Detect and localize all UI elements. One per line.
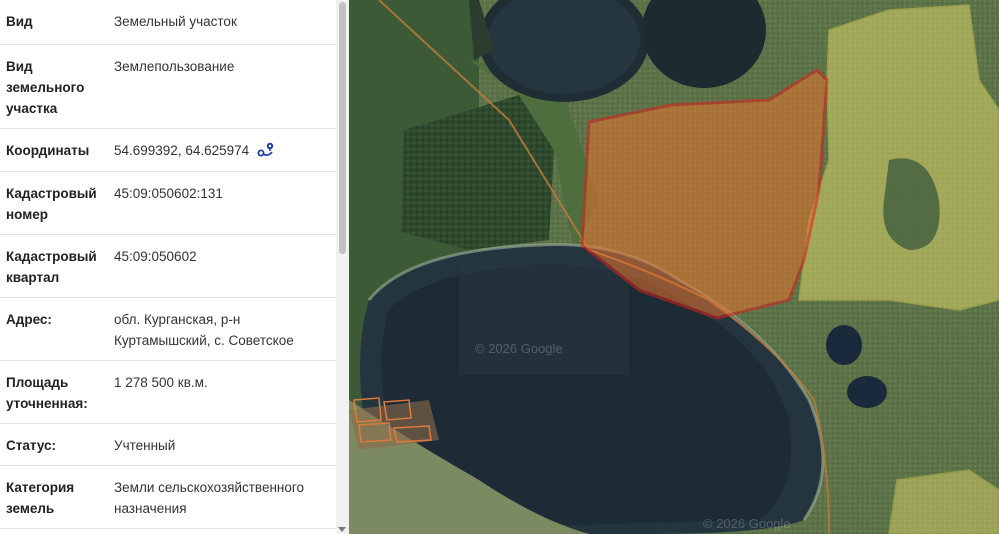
info-label: Адрес: <box>6 312 52 327</box>
info-label: Категория земель <box>6 480 75 516</box>
satellite-map[interactable]: © 2026 Google © 2026 Google <box>349 0 999 534</box>
info-value: 1 278 500 кв.м. <box>114 375 208 390</box>
info-panel: Вид Земельный участок Вид земельного уча… <box>0 0 336 534</box>
info-row-status: Статус: Учтенный <box>0 424 336 466</box>
info-row-area: Площадь уточненная: 1 278 500 кв.м. <box>0 361 336 424</box>
info-row-land-type: Вид земельного участка Землепользование <box>0 45 336 129</box>
info-label: Координаты <box>6 143 90 158</box>
info-row-address: Адрес: обл. Курганская, р-н Куртамышский… <box>0 298 336 361</box>
info-row-coordinates: Координаты 54.699392, 64.625974 <box>0 129 336 172</box>
google-watermark: © 2026 Google <box>475 341 563 356</box>
info-value: Землепользование <box>114 59 235 74</box>
info-row-cadastral-quarter: Кадастровый квартал 45:09:050602 <box>0 235 336 298</box>
info-label: Статус: <box>6 438 56 453</box>
info-value: Учтенный <box>114 438 176 453</box>
info-label: Кадастровый номер <box>6 186 97 222</box>
info-value: 45:09:050602 <box>114 249 197 264</box>
info-value-coordinates: 54.699392, 64.625974 <box>114 140 330 161</box>
info-label: Вид земельного участка <box>6 59 85 116</box>
coordinates-text: 54.699392, 64.625974 <box>114 143 250 158</box>
map-location-icon[interactable] <box>257 142 275 158</box>
info-row-land-category: Категория земель Земли сельскохозяйствен… <box>0 466 336 529</box>
scrollbar-thumb[interactable] <box>339 2 346 254</box>
map-imagery <box>349 0 999 534</box>
info-row-type: Вид Земельный участок <box>0 0 336 45</box>
info-value: Земельный участок <box>114 14 237 29</box>
info-label: Площадь уточненная: <box>6 375 88 411</box>
info-label: Вид <box>6 14 33 29</box>
info-value: 45:09:050602:131 <box>114 186 223 201</box>
scroll-down-arrow-icon[interactable] <box>338 527 346 532</box>
info-label: Кадастровый квартал <box>6 249 97 285</box>
info-value: обл. Курганская, р-н Куртамышский, с. Со… <box>114 312 294 348</box>
google-watermark: © 2026 Google <box>703 516 791 531</box>
info-value: Земли сельскохозяйственного назначения <box>114 480 305 516</box>
info-row-cadastral-number: Кадастровый номер 45:09:050602:131 <box>0 172 336 235</box>
panel-scrollbar[interactable] <box>336 0 349 534</box>
